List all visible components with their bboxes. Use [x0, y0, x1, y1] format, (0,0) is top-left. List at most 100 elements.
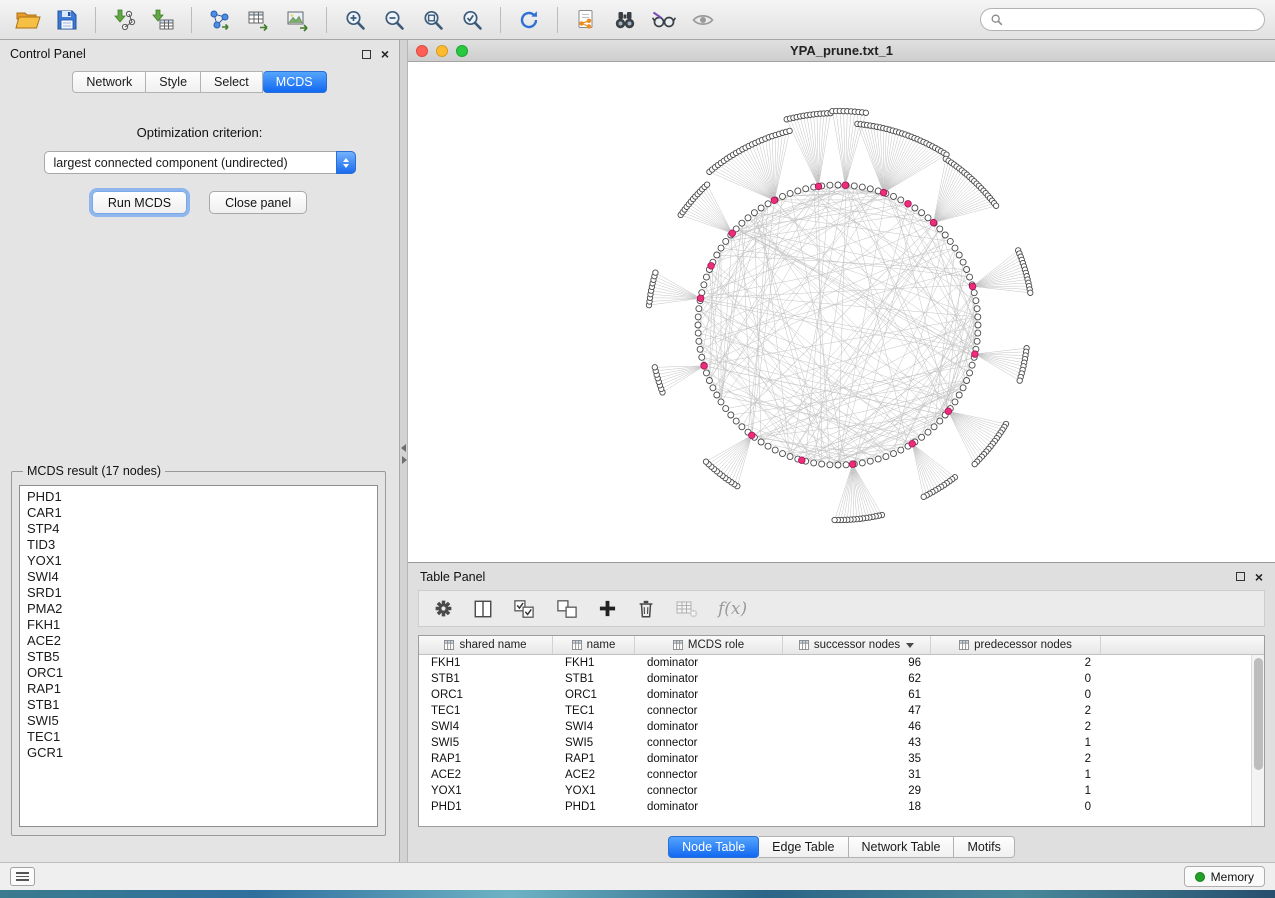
- table-row[interactable]: SWI5SWI5connector431: [419, 735, 1251, 751]
- float-table-panel-button[interactable]: [1236, 572, 1245, 581]
- float-panel-button[interactable]: [362, 50, 371, 59]
- mcds-result-item[interactable]: PHD1: [27, 489, 370, 505]
- table-row[interactable]: ACE2ACE2connector311: [419, 767, 1251, 783]
- import-network-button[interactable]: [106, 5, 142, 35]
- table-cell: TEC1: [553, 705, 635, 717]
- close-panel-button[interactable]: Close panel: [209, 191, 307, 214]
- table-cell: connector: [635, 785, 783, 797]
- status-menu-button[interactable]: [10, 867, 35, 886]
- memory-button[interactable]: Memory: [1184, 866, 1265, 887]
- close-table-panel-button[interactable]: ×: [1255, 570, 1263, 584]
- tab-style[interactable]: Style: [146, 71, 201, 93]
- mcds-result-item[interactable]: ORC1: [27, 665, 370, 681]
- mcds-result-item[interactable]: STP4: [27, 521, 370, 537]
- table-row[interactable]: FKH1FKH1dominator962: [419, 655, 1251, 671]
- table-cell: connector: [635, 769, 783, 781]
- table-row[interactable]: YOX1YOX1connector291: [419, 783, 1251, 799]
- column-header-name[interactable]: name: [553, 636, 635, 654]
- mcds-result-item[interactable]: FKH1: [27, 617, 370, 633]
- column-header-mcds-role[interactable]: MCDS role: [635, 636, 783, 654]
- export-table-button[interactable]: [241, 5, 277, 35]
- mcds-result-item[interactable]: PMA2: [27, 601, 370, 617]
- minimize-window-button[interactable]: [436, 45, 448, 57]
- mcds-result-item[interactable]: SRD1: [27, 585, 370, 601]
- find-button[interactable]: [607, 5, 643, 35]
- column-type-icon: [799, 640, 809, 650]
- scrollbar-thumb[interactable]: [1254, 658, 1263, 770]
- table-row[interactable]: ORC1ORC1dominator610: [419, 687, 1251, 703]
- table-cell: 2: [931, 753, 1101, 765]
- table-row[interactable]: RAP1RAP1dominator352: [419, 751, 1251, 767]
- table-panel-tabs: Node TableEdge TableNetwork TableMotifs: [408, 836, 1275, 858]
- import-table-button[interactable]: [145, 5, 181, 35]
- tab-network[interactable]: Network: [72, 71, 146, 93]
- table-toolbar: f(x): [418, 590, 1265, 627]
- table-cell: YOX1: [553, 785, 635, 797]
- toolbar-separator: [500, 7, 501, 33]
- mcds-result-item[interactable]: CAR1: [27, 505, 370, 521]
- zoom-selected-button[interactable]: [454, 5, 490, 35]
- mcds-result-item[interactable]: ACE2: [27, 633, 370, 649]
- select-all-button[interactable]: [512, 595, 536, 623]
- close-panel-x-button[interactable]: ×: [381, 47, 389, 61]
- column-header-successor-nodes[interactable]: successor nodes: [783, 636, 931, 654]
- delete-column-button[interactable]: [636, 595, 656, 623]
- table-settings-button[interactable]: [433, 595, 454, 623]
- deselect-all-icon: [555, 599, 579, 619]
- search-input[interactable]: [1010, 13, 1255, 27]
- open-session-button[interactable]: [10, 5, 46, 35]
- table-row[interactable]: SWI4SWI4dominator462: [419, 719, 1251, 735]
- delete-table-button[interactable]: [675, 595, 699, 623]
- share-document-button[interactable]: [568, 5, 604, 35]
- column-header-shared-name[interactable]: shared name: [419, 636, 553, 654]
- table-cell: 47: [783, 705, 931, 717]
- table-cell: dominator: [635, 689, 783, 701]
- mcds-result-item[interactable]: GCR1: [27, 745, 370, 761]
- table-cell: 2: [931, 657, 1101, 669]
- mcds-result-item[interactable]: SWI4: [27, 569, 370, 585]
- criterion-dropdown[interactable]: largest connected component (undirected): [44, 151, 356, 174]
- table-row[interactable]: STB1STB1dominator620: [419, 671, 1251, 687]
- mcds-result-item[interactable]: TID3: [27, 537, 370, 553]
- mcds-result-item[interactable]: STB1: [27, 697, 370, 713]
- zoom-fit-button[interactable]: [415, 5, 451, 35]
- table-cell: dominator: [635, 801, 783, 813]
- export-network-button[interactable]: [202, 5, 238, 35]
- refresh-view-button[interactable]: [511, 5, 547, 35]
- table-row[interactable]: PHD1PHD1dominator180: [419, 799, 1251, 815]
- column-type-icon: [444, 640, 454, 650]
- tab-node-table[interactable]: Node Table: [668, 836, 759, 858]
- run-mcds-button[interactable]: Run MCDS: [92, 191, 187, 214]
- zoom-out-button[interactable]: [376, 5, 412, 35]
- show-columns-button[interactable]: [473, 595, 493, 623]
- table-cell: 2: [931, 705, 1101, 717]
- network-graph[interactable]: [408, 62, 1275, 561]
- mcds-result-item[interactable]: YOX1: [27, 553, 370, 569]
- table-cell: dominator: [635, 753, 783, 765]
- table-cell: ACE2: [419, 769, 553, 781]
- mcds-result-item[interactable]: TEC1: [27, 729, 370, 745]
- tab-select[interactable]: Select: [201, 71, 263, 93]
- mcds-result-item[interactable]: STB5: [27, 649, 370, 665]
- tab-mcds[interactable]: MCDS: [263, 71, 327, 93]
- tab-edge-table[interactable]: Edge Table: [759, 836, 848, 858]
- mcds-result-item[interactable]: RAP1: [27, 681, 370, 697]
- table-scrollbar[interactable]: [1251, 655, 1264, 826]
- tab-network-table[interactable]: Network Table: [849, 836, 955, 858]
- column-header-predecessor-nodes[interactable]: predecessor nodes: [931, 636, 1101, 654]
- zoom-window-button[interactable]: [456, 45, 468, 57]
- table-row[interactable]: TEC1TEC1connector472: [419, 703, 1251, 719]
- save-session-button[interactable]: [49, 5, 85, 35]
- tab-motifs[interactable]: Motifs: [954, 836, 1014, 858]
- mcds-result-item[interactable]: SWI5: [27, 713, 370, 729]
- function-builder-button[interactable]: f(x): [718, 595, 747, 623]
- add-column-button[interactable]: [598, 595, 617, 623]
- export-image-button[interactable]: [280, 5, 316, 35]
- glasses-view-button[interactable]: [646, 5, 682, 35]
- show-details-button[interactable]: [685, 5, 721, 35]
- deselect-all-button[interactable]: [555, 595, 579, 623]
- zoom-in-button[interactable]: [337, 5, 373, 35]
- control-panel-header: Control Panel ×: [0, 40, 399, 68]
- close-window-button[interactable]: [416, 45, 428, 57]
- panel-splitter[interactable]: [400, 40, 408, 862]
